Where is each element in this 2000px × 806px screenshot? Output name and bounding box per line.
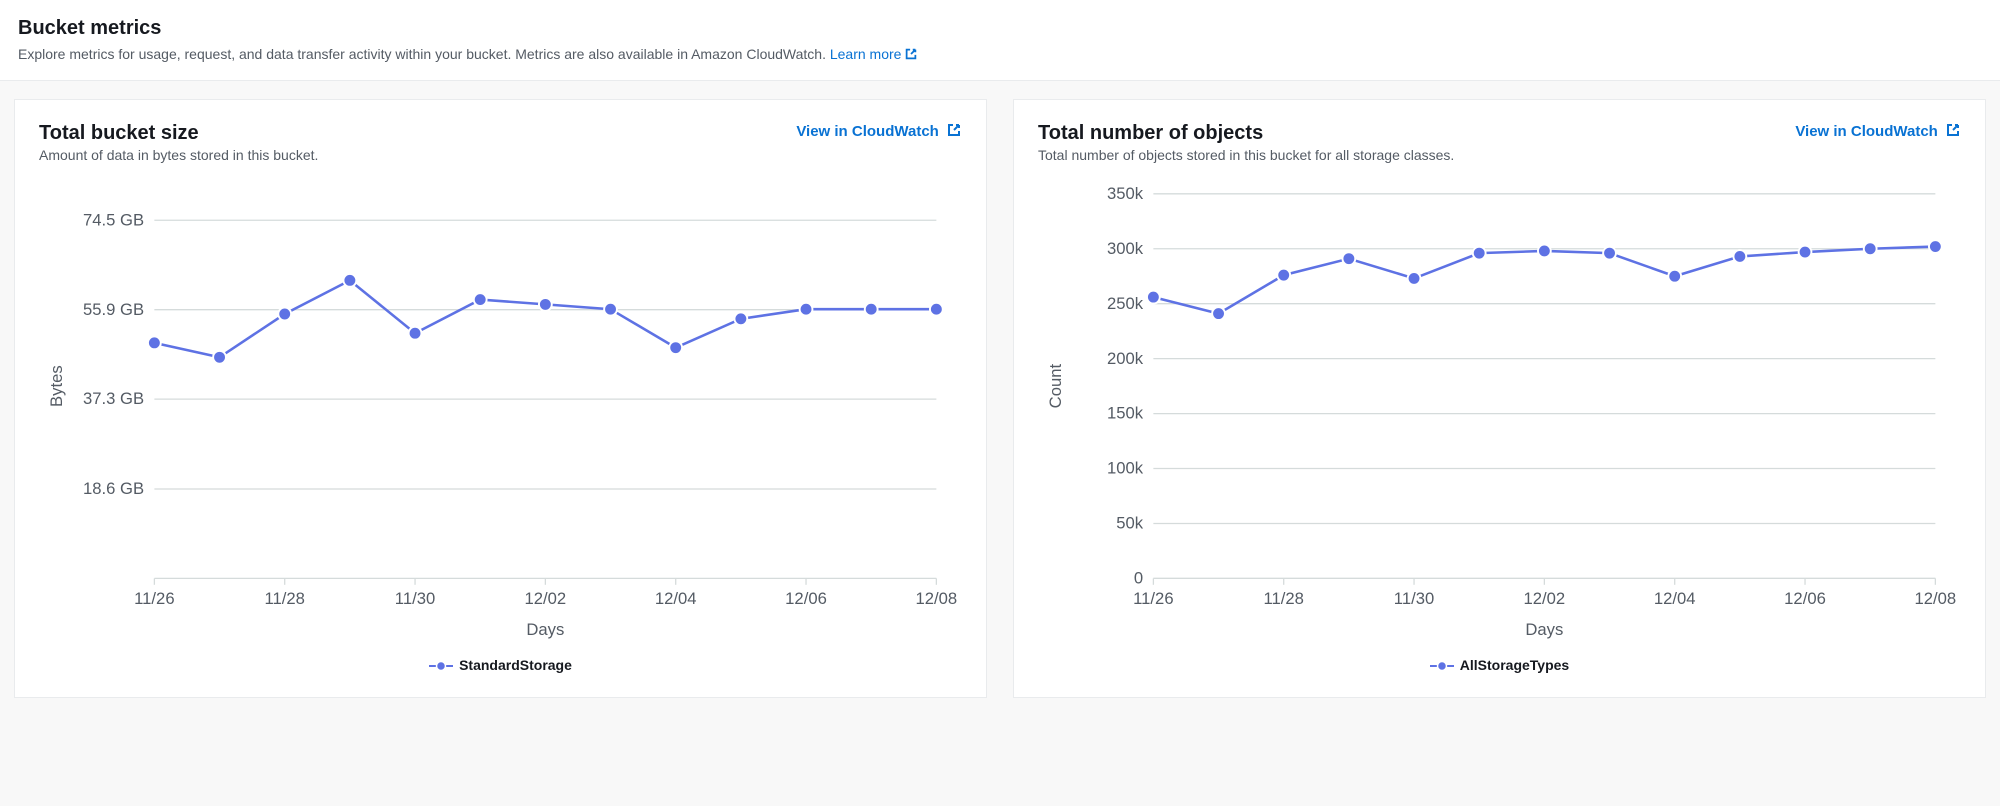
panel-head: Total bucket size Amount of data in byte… [39,122,962,163]
panels-row: Total bucket size Amount of data in byte… [0,81,2000,716]
svg-text:12/06: 12/06 [1784,589,1826,608]
panel-subtitle: Amount of data in bytes stored in this b… [39,147,318,163]
svg-text:12/06: 12/06 [785,589,827,608]
svg-text:12/08: 12/08 [1915,589,1957,608]
svg-text:150k: 150k [1107,404,1144,423]
panel-bucket-size: Total bucket size Amount of data in byte… [14,99,987,698]
svg-text:Days: Days [526,620,564,639]
svg-text:12/02: 12/02 [525,589,567,608]
legend-marker-icon [429,660,453,672]
svg-text:Count: Count [1046,364,1065,409]
svg-text:11/28: 11/28 [1263,589,1303,608]
view-in-cloudwatch-link[interactable]: View in CloudWatch [1795,122,1961,140]
svg-text:11/28: 11/28 [264,589,304,608]
learn-more-text: Learn more [830,46,902,62]
svg-text:18.6 GB: 18.6 GB [83,479,144,498]
svg-text:11/26: 11/26 [1133,589,1173,608]
svg-text:12/04: 12/04 [1654,589,1696,608]
legend-label: StandardStorage [459,657,572,673]
svg-text:37.3 GB: 37.3 GB [83,389,144,408]
external-link-icon [904,47,918,61]
svg-text:55.9 GB: 55.9 GB [83,300,144,319]
chart-bucket-size: 18.6 GB 37.3 GB 55.9 GB 74.5 GB 11/26 11/28 11… [39,181,962,673]
chart-object-count: 0 50k 100k 150k 200k 250k 300k 350k 11/26 11/28 11… [1038,181,1961,673]
chart-svg: 18.6 GB 37.3 GB 55.9 GB 74.5 GB 11/26 11/28 11… [39,181,962,643]
svg-text:12/04: 12/04 [655,589,697,608]
learn-more-link[interactable]: Learn more [830,46,919,62]
chart-legend: StandardStorage [39,657,962,673]
legend-label: AllStorageTypes [1460,657,1569,673]
panel-title: Total bucket size [39,122,318,145]
panel-subtitle: Total number of objects stored in this b… [1038,147,1454,163]
view-in-cloudwatch-link[interactable]: View in CloudWatch [796,122,962,140]
svg-text:Days: Days [1525,620,1563,639]
view-link-text: View in CloudWatch [1795,123,1938,140]
legend-marker-icon [1430,660,1454,672]
svg-text:12/08: 12/08 [916,589,958,608]
svg-text:74.5 GB: 74.5 GB [83,210,144,229]
chart-svg: 0 50k 100k 150k 200k 250k 300k 350k 11/26 11/28 11… [1038,181,1961,643]
page-header: Bucket metrics Explore metrics for usage… [0,0,2000,81]
svg-text:100k: 100k [1107,459,1144,478]
svg-text:0: 0 [1134,569,1143,588]
panel-head: Total number of objects Total number of … [1038,122,1961,163]
svg-text:300k: 300k [1107,239,1144,258]
svg-text:50k: 50k [1116,514,1144,533]
svg-text:12/02: 12/02 [1524,589,1566,608]
svg-text:250k: 250k [1107,294,1144,313]
svg-text:11/30: 11/30 [395,589,435,608]
svg-text:11/26: 11/26 [134,589,174,608]
svg-text:350k: 350k [1107,184,1144,203]
panel-object-count: Total number of objects Total number of … [1013,99,1986,698]
panel-title: Total number of objects [1038,122,1454,145]
svg-text:11/30: 11/30 [1394,589,1434,608]
chart-legend: AllStorageTypes [1038,657,1961,673]
external-link-icon [946,122,962,138]
svg-text:200k: 200k [1107,349,1144,368]
page-title: Bucket metrics [18,14,1982,42]
external-link-icon [1945,122,1961,138]
svg-text:Bytes: Bytes [47,365,66,407]
view-link-text: View in CloudWatch [796,123,939,140]
page-subtitle: Explore metrics for usage, request, and … [18,46,1982,62]
subtitle-text: Explore metrics for usage, request, and … [18,46,830,62]
